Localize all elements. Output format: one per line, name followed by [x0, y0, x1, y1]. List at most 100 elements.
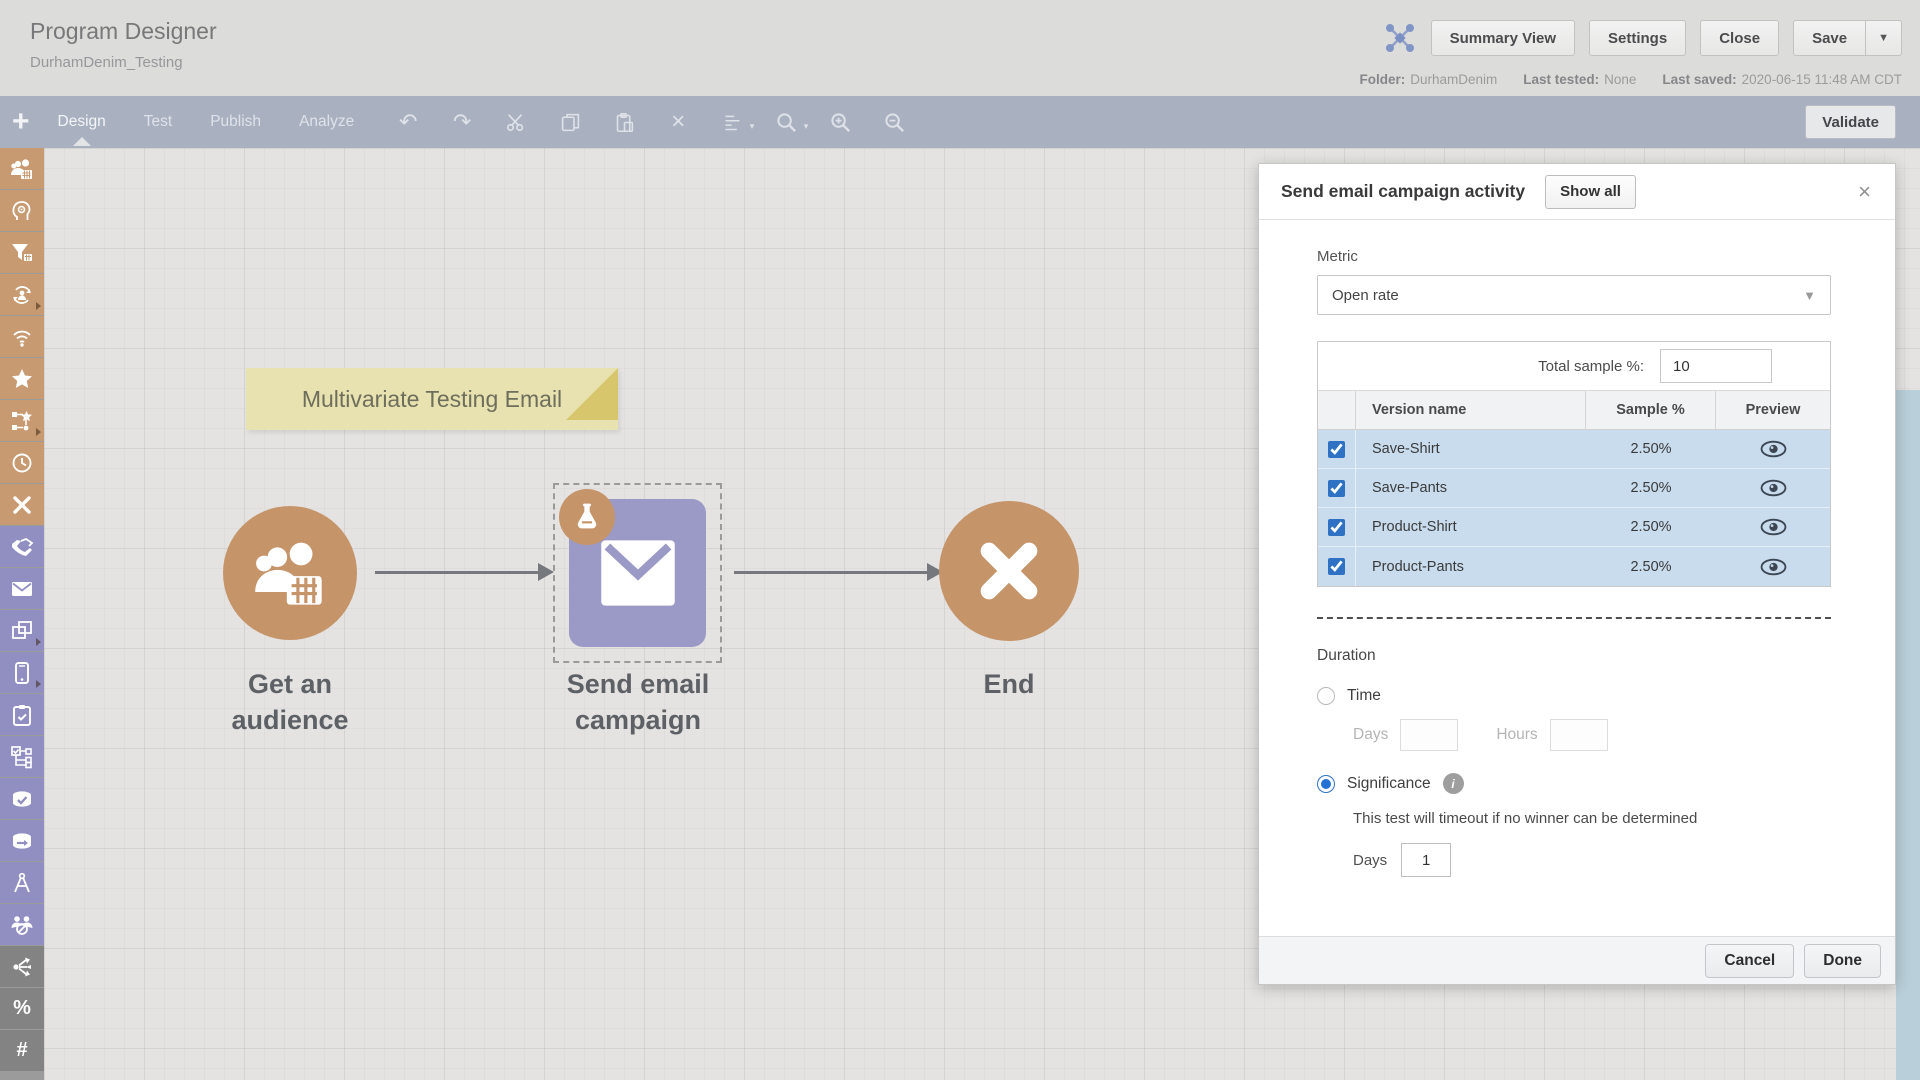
data-export-icon[interactable] — [0, 820, 44, 861]
flow-connector[interactable] — [375, 571, 540, 574]
email-icon[interactable] — [0, 568, 44, 609]
row-checkbox[interactable] — [1328, 441, 1345, 458]
partner-block-icon[interactable] — [0, 904, 44, 945]
cut-icon[interactable] — [504, 110, 528, 134]
duration-label: Duration — [1317, 647, 1829, 665]
canvas-view-icon[interactable] — [1383, 21, 1417, 55]
total-sample-input[interactable] — [1660, 349, 1772, 383]
time-days-input[interactable] — [1400, 719, 1458, 751]
tab-design[interactable]: Design — [56, 99, 108, 145]
time-radio[interactable] — [1317, 687, 1335, 705]
filter-icon[interactable] — [0, 232, 44, 273]
sample-pct-header: Sample % — [1586, 391, 1716, 429]
zoom-out-icon[interactable] — [882, 110, 906, 134]
undo-icon[interactable]: ↶ — [396, 110, 420, 134]
time-hours-input[interactable] — [1550, 719, 1608, 751]
program-icon[interactable] — [0, 400, 44, 441]
add-icon[interactable]: + — [12, 107, 30, 137]
program-meta: Folder:DurhamDenim Last tested:None Last… — [1360, 72, 1902, 87]
sticky-note[interactable]: Multivariate Testing Email — [246, 368, 618, 430]
summary-view-button[interactable]: Summary View — [1431, 20, 1575, 56]
copy-icon[interactable] — [558, 110, 582, 134]
landing-page-icon[interactable] — [0, 610, 44, 651]
show-all-button[interactable]: Show all — [1545, 175, 1636, 209]
canvas-scroll-strip[interactable] — [1896, 390, 1920, 1080]
timeout-note: This test will timeout if no winner can … — [1353, 810, 1829, 827]
percent-icon[interactable]: % — [0, 988, 44, 1029]
table-row: Product-Shirt 2.50% — [1318, 508, 1830, 547]
save-button[interactable]: Save — [1793, 20, 1866, 56]
version-name: Save-Shirt — [1356, 441, 1586, 457]
validate-button[interactable]: Validate — [1805, 105, 1896, 139]
version-name: Product-Shirt — [1356, 519, 1586, 535]
preview-header: Preview — [1716, 402, 1830, 418]
row-checkbox[interactable] — [1328, 558, 1345, 575]
favorite-icon[interactable] — [0, 358, 44, 399]
hours-label: Hours — [1496, 726, 1537, 744]
version-name-header: Version name — [1356, 391, 1586, 429]
panel-footer: Cancel Done — [1259, 936, 1895, 984]
data-check-icon[interactable] — [0, 778, 44, 819]
update-contact-icon[interactable] — [0, 274, 44, 315]
row-checkbox[interactable] — [1328, 519, 1345, 536]
end-x-icon — [969, 531, 1049, 611]
zoom-icon[interactable]: ▾ — [774, 110, 798, 134]
redo-icon[interactable]: ↷ — [450, 110, 474, 134]
align-icon[interactable]: ▾ — [720, 110, 744, 134]
form-icon[interactable] — [0, 694, 44, 735]
flow-connector[interactable] — [734, 571, 929, 574]
paste-icon[interactable] — [612, 110, 636, 134]
done-button[interactable]: Done — [1804, 944, 1881, 978]
preview-eye-icon[interactable] — [1716, 440, 1830, 458]
decision-icon[interactable] — [0, 190, 44, 231]
close-button[interactable]: Close — [1700, 20, 1779, 56]
info-icon[interactable]: i — [1443, 773, 1464, 794]
handshake-icon[interactable] — [0, 526, 44, 567]
settings-button[interactable]: Settings — [1589, 20, 1686, 56]
audience-icon[interactable] — [0, 148, 44, 189]
end-icon[interactable] — [0, 484, 44, 525]
significance-radio[interactable] — [1317, 775, 1335, 793]
node-end[interactable] — [939, 501, 1079, 641]
listener-icon[interactable] — [0, 316, 44, 357]
tab-analyze[interactable]: Analyze — [297, 99, 356, 145]
wait-icon[interactable] — [0, 442, 44, 483]
tab-publish[interactable]: Publish — [208, 99, 263, 145]
node-send-email-campaign[interactable] — [553, 483, 722, 663]
sample-pct: 2.50% — [1586, 480, 1716, 496]
select-column-header — [1318, 391, 1356, 429]
sig-days-input[interactable] — [1401, 843, 1451, 877]
audience-icon — [252, 535, 328, 611]
time-option-row: Time — [1317, 687, 1829, 705]
table-row: Product-Pants 2.50% — [1318, 547, 1830, 586]
versions-table: Total sample %: Version name Sample % Pr… — [1317, 341, 1831, 587]
row-checkbox[interactable] — [1328, 480, 1345, 497]
preview-eye-icon[interactable] — [1716, 518, 1830, 536]
panel-title: Send email campaign activity — [1281, 181, 1525, 202]
preview-eye-icon[interactable] — [1716, 479, 1830, 497]
hash-icon[interactable]: # — [0, 1030, 44, 1071]
tab-test[interactable]: Test — [142, 99, 174, 145]
design-tools-icon[interactable] — [0, 862, 44, 903]
preview-eye-icon[interactable] — [1716, 558, 1830, 576]
send-email-activity-panel: Send email campaign activity Show all × … — [1258, 163, 1896, 985]
canvas-toolbar: + Design Test Publish Analyze ↶ ↷ × ▾ — [0, 96, 1920, 148]
sample-pct: 2.50% — [1586, 441, 1716, 457]
save-dropdown-button[interactable]: ▼ — [1866, 20, 1902, 56]
chevron-down-icon: ▾ — [804, 121, 809, 132]
edit-tools: ↶ ↷ × ▾ ▾ — [396, 110, 906, 134]
mobile-icon[interactable] — [0, 652, 44, 693]
page-title: Program Designer — [30, 18, 217, 45]
cancel-button[interactable]: Cancel — [1705, 944, 1794, 978]
close-icon[interactable]: × — [1858, 181, 1871, 203]
program-name: DurhamDenim_Testing — [30, 54, 183, 71]
share-icon[interactable] — [0, 946, 44, 987]
zoom-in-icon[interactable] — [828, 110, 852, 134]
sample-pct: 2.50% — [1586, 559, 1716, 575]
metric-dropdown[interactable]: Open rate ▼ — [1317, 275, 1831, 315]
node-get-audience[interactable] — [223, 506, 357, 640]
panel-header: Send email campaign activity Show all × — [1259, 164, 1895, 220]
metric-label: Metric — [1317, 248, 1829, 265]
delete-icon[interactable]: × — [666, 110, 690, 134]
decision-tree-icon[interactable] — [0, 736, 44, 777]
